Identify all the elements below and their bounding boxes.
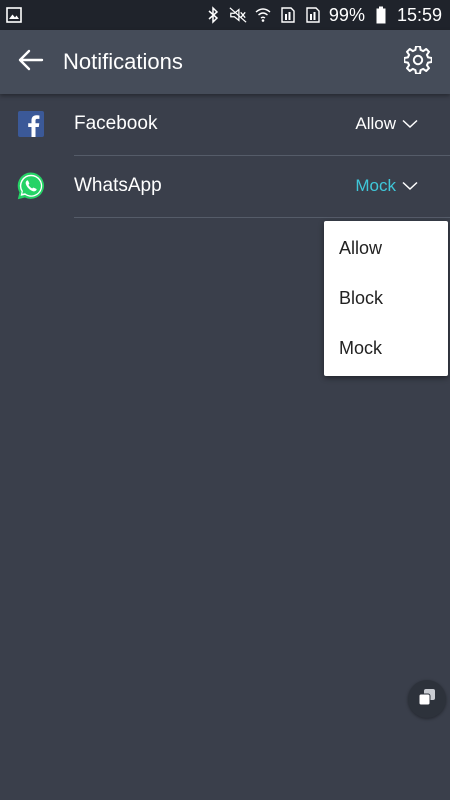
arrow-left-icon [16,46,44,79]
mute-icon [229,6,247,24]
floating-overlay-button[interactable] [408,680,446,718]
permission-value: Mock [355,176,396,195]
battery-percent: 99% [328,4,365,25]
settings-button[interactable] [402,44,434,79]
page-title: Notifications [63,49,183,74]
divider [74,217,450,218]
sim2-icon [304,6,322,24]
app-list: Facebook Allow WhatsApp Mock [0,94,450,218]
permission-dropdown-menu: Allow Block Mock [324,221,448,376]
whatsapp-icon [16,171,46,201]
dropdown-option-allow[interactable]: Allow [324,223,448,273]
dropdown-option-block[interactable]: Block [324,273,448,323]
list-item-whatsapp: WhatsApp Mock [0,156,450,218]
chevron-down-icon [402,176,418,196]
back-button[interactable] [14,46,46,78]
status-bar: 99% 15:59 [0,0,450,30]
chevron-down-icon [402,114,418,134]
gallery-icon [6,7,22,23]
sim1-icon [279,6,297,24]
wifi-icon [254,6,272,24]
status-icons: 99% 15:59 [204,0,442,30]
app-name: WhatsApp [74,175,162,196]
permission-value: Allow [355,114,396,133]
battery-icon [372,6,390,24]
overlay-squares-icon [417,687,437,712]
clock: 15:59 [396,4,442,25]
facebook-icon [16,109,46,139]
permission-dropdown[interactable]: Allow [355,114,418,134]
dropdown-option-mock[interactable]: Mock [324,323,448,373]
bluetooth-icon [204,6,222,24]
app-name: Facebook [74,113,158,134]
app-bar: Notifications [0,30,450,94]
permission-dropdown[interactable]: Mock [355,176,418,196]
list-item-facebook: Facebook Allow [0,94,450,156]
gear-icon [403,44,433,79]
